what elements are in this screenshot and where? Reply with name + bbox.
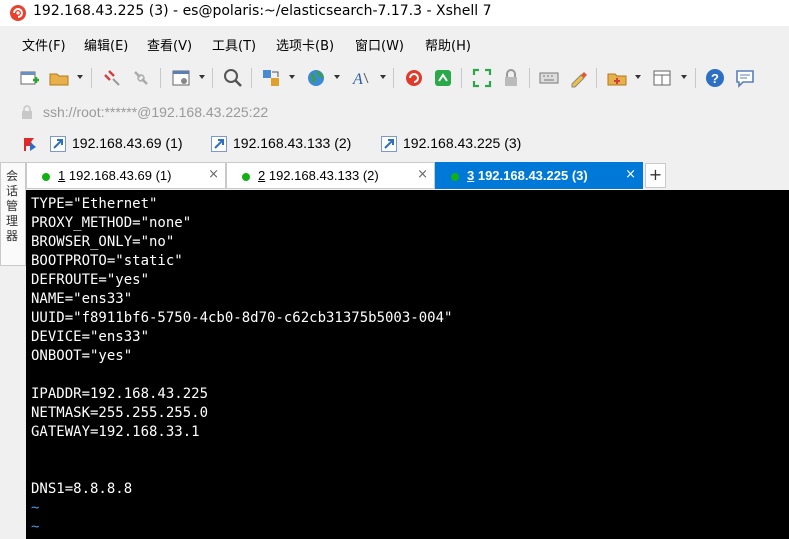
xshell-green-icon[interactable] [432, 67, 454, 89]
connected-status-dot [42, 173, 50, 181]
tab-label: 192.168.43.225 (3) [474, 168, 588, 183]
address-bar: ssh://root:******@192.168.43.225:22 [0, 98, 789, 126]
new-session-icon[interactable] [18, 67, 40, 89]
terminal-line: BROWSER_ONLY="no" [31, 234, 175, 250]
menu-bar: 文件(F) 编辑(E) 查看(V) 工具(T) 选项卡(B) 窗口(W) 帮助(… [0, 26, 789, 60]
quick-session-label: 192.168.43.225 (3) [403, 135, 522, 151]
quick-session-label: 192.168.43.133 (2) [233, 135, 352, 151]
toolbar-separator [212, 68, 213, 88]
help-icon[interactable]: ? [704, 67, 726, 89]
open-folder-icon[interactable] [48, 67, 70, 89]
compose-dropdown-arrow[interactable] [635, 75, 641, 79]
connected-status-dot [451, 173, 459, 181]
tab-close-icon[interactable]: × [417, 167, 428, 182]
open-dropdown-arrow[interactable] [77, 75, 83, 79]
transfer-icon[interactable] [260, 67, 282, 89]
terminal-empty-line-marker: ~ [31, 519, 40, 535]
menu-help[interactable]: 帮助(H) [425, 35, 471, 54]
menu-edit[interactable]: 编辑(E) [84, 35, 128, 54]
layout-icon[interactable] [651, 67, 673, 89]
quick-session-label: 192.168.43.69 (1) [72, 135, 183, 151]
shortcut-icon [381, 136, 397, 152]
terminal-line: BOOTPROTO="static" [31, 253, 183, 269]
quick-sessions-bar: 192.168.43.69 (1) 192.168.43.133 (2) 192… [0, 130, 789, 160]
quick-session-item[interactable]: 192.168.43.133 (2) [211, 135, 371, 155]
tab-label: 192.168.43.133 (2) [265, 168, 379, 183]
quick-session-item[interactable]: 192.168.43.69 (1) [50, 135, 200, 155]
quick-session-item[interactable]: 192.168.43.225 (3) [381, 135, 541, 155]
terminal-line: DEVICE="ens33" [31, 329, 150, 345]
terminal-line: NETMASK=255.255.255.0 [31, 405, 209, 421]
toolbar-separator [393, 68, 394, 88]
terminal-line: UUID="f8911bf6-5750-4cb0-8d70-c62cb31375… [31, 310, 453, 326]
quick-session-flag-icon[interactable] [22, 135, 42, 155]
shortcut-icon [211, 136, 227, 152]
terminal-empty-line-marker: ~ [31, 500, 40, 516]
svg-text:A: A [352, 71, 363, 88]
title-bar: 192.168.43.225 (3) - es@polaris:~/elasti… [0, 0, 789, 26]
toolbar-separator [596, 68, 597, 88]
chat-icon[interactable] [734, 67, 756, 89]
terminal-line: ONBOOT="yes" [31, 348, 133, 364]
toolbar-separator [529, 68, 530, 88]
transfer-dropdown-arrow[interactable] [289, 75, 295, 79]
terminal-line: DNS1=8.8.8.8 [31, 481, 133, 497]
terminal-output[interactable]: TYPE="Ethernet" PROXY_METHOD="none" BROWSE… [26, 190, 789, 539]
terminal-line: DEFROUTE="yes" [31, 272, 150, 288]
fullscreen-icon[interactable] [471, 67, 493, 89]
disconnect-icon[interactable] [101, 67, 123, 89]
toolbar-separator [251, 68, 252, 88]
properties-icon[interactable] [170, 67, 192, 89]
tab-close-icon[interactable]: × [625, 167, 636, 182]
compose-icon[interactable] [606, 67, 628, 89]
terminal-line: PROXY_METHOD="none" [31, 215, 192, 231]
session-manager-label: 会话管理器 [6, 169, 19, 243]
connected-status-dot [242, 173, 250, 181]
tab-session-3[interactable]: 3 192.168.43.225 (3) × [435, 162, 643, 189]
tab-label: 192.168.43.69 (1) [65, 168, 172, 183]
menu-file[interactable]: 文件(F) [22, 35, 66, 54]
tab-session-2[interactable]: 2 192.168.43.133 (2) × [226, 162, 435, 189]
xftp-icon[interactable] [403, 67, 425, 89]
menu-view[interactable]: 查看(V) [147, 35, 192, 54]
terminal-line: NAME="ens33" [31, 291, 133, 307]
terminal-line: IPADDR=192.168.43.225 [31, 386, 209, 402]
shortcut-icon [50, 136, 66, 152]
globe-icon[interactable] [305, 67, 327, 89]
layout-dropdown-arrow[interactable] [681, 75, 687, 79]
toolbar-separator [91, 68, 92, 88]
menu-tools[interactable]: 工具(T) [212, 35, 256, 54]
globe-dropdown-arrow[interactable] [334, 75, 340, 79]
tab-close-icon[interactable]: × [208, 167, 219, 182]
properties-dropdown-arrow[interactable] [199, 75, 205, 79]
session-manager-tab[interactable]: 会话管理器 [0, 162, 26, 266]
tab-session-1[interactable]: 1 192.168.43.69 (1) × [26, 162, 226, 189]
reconnect-icon[interactable] [130, 67, 152, 89]
toolbar-separator [160, 68, 161, 88]
terminal-line: GATEWAY=192.168.33.1 [31, 424, 200, 440]
menu-window[interactable]: 窗口(W) [355, 35, 404, 54]
address-input[interactable]: ssh://root:******@192.168.43.225:22 [43, 104, 268, 120]
svg-text:?: ? [711, 71, 719, 86]
menu-tabs[interactable]: 选项卡(B) [276, 35, 334, 54]
window-title: 192.168.43.225 (3) - es@polaris:~/elasti… [33, 3, 492, 19]
keyboard-icon[interactable] [538, 67, 560, 89]
font-icon[interactable]: A [350, 67, 372, 89]
find-icon[interactable] [222, 67, 244, 89]
new-tab-button[interactable]: + [645, 163, 666, 188]
toolbar-separator [461, 68, 462, 88]
lock-icon[interactable] [500, 67, 522, 89]
terminal-line: TYPE="Ethernet" [31, 196, 158, 212]
toolbar-separator [695, 68, 696, 88]
highlight-icon[interactable] [567, 67, 589, 89]
toolbar: A ? [0, 60, 789, 96]
address-lock-icon [21, 104, 33, 124]
xshell-logo-icon [9, 4, 27, 22]
font-dropdown-arrow[interactable] [380, 75, 386, 79]
tab-bar: 1 192.168.43.69 (1) × 2 192.168.43.133 (… [26, 162, 789, 190]
